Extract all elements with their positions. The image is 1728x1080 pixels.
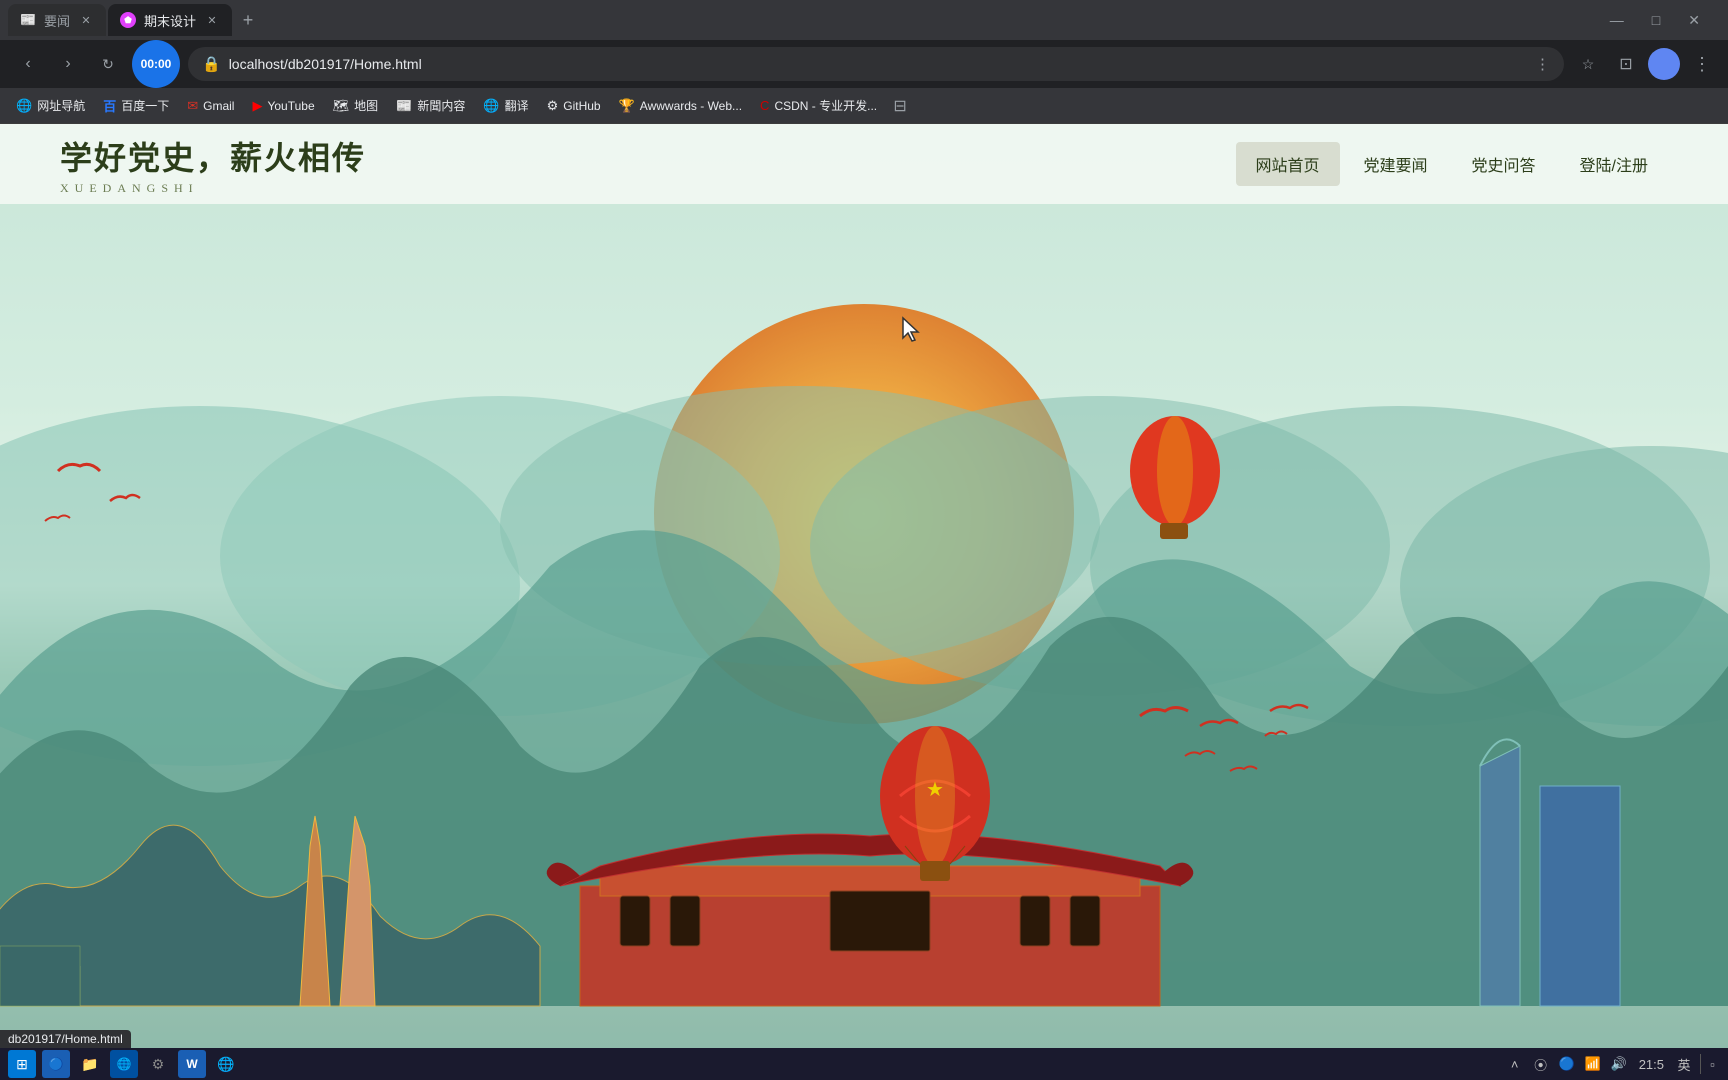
refresh-button[interactable]: ↻: [92, 48, 124, 80]
nav-party-news[interactable]: 党建要闻: [1344, 142, 1448, 186]
bookmark-nav[interactable]: 🌐 网址导航: [8, 93, 93, 119]
hero-background: ★: [0, 124, 1728, 1048]
site-logo: 学好党史，薪火相传 XUEDANGSHI: [60, 133, 366, 196]
tab-1-close[interactable]: ✕: [78, 12, 94, 28]
search-button[interactable]: 🔵: [42, 1050, 70, 1078]
site-header: 学好党史，薪火相传 XUEDANGSHI 网站首页 党建要闻 党史问答 登陆/注…: [0, 124, 1728, 204]
site-title: 学好党史，薪火相传: [60, 133, 366, 179]
forward-button[interactable]: ›: [52, 48, 84, 80]
language-indicator[interactable]: 英: [1674, 1054, 1694, 1074]
taskbar-system-tray: ˄ ⦿ 🔵 📶 🔊 21:5 英 ▫: [1505, 1054, 1720, 1074]
tab-1-label: 要闻: [44, 11, 70, 30]
tray-icon-4[interactable]: 🔊: [1609, 1054, 1629, 1074]
browser-chrome: 📰 要闻 ✕ ⬟ 期末设计 ✕ + — □ ✕ ‹ › ↻ 00:00 🔒: [0, 0, 1728, 124]
tray-icon-3[interactable]: 📶: [1583, 1054, 1603, 1074]
edge-button[interactable]: 🌐: [110, 1050, 138, 1078]
secure-icon: 🔒: [202, 55, 221, 73]
bookmark-maps[interactable]: 🗺 地图: [325, 93, 387, 119]
bookmark-csdn[interactable]: C CSDN - 专业开发...: [752, 93, 885, 119]
tab-1-favicon: 📰: [20, 12, 36, 28]
bookmark-awwwards[interactable]: 🏆 Awwwards - Web...: [611, 93, 750, 119]
tray-icon-2[interactable]: 🔵: [1557, 1054, 1577, 1074]
status-url: db201917/Home.html: [0, 1030, 131, 1048]
tab-2[interactable]: ⬟ 期末设计 ✕: [108, 4, 232, 36]
clock[interactable]: 21:5: [1635, 1054, 1668, 1074]
bookmark-github[interactable]: ⚙ GitHub: [539, 93, 609, 119]
bookmarks-apps-button[interactable]: ⊟: [887, 93, 913, 119]
tray-chevron[interactable]: ˄: [1505, 1054, 1525, 1074]
address-icons: ⋮: [1535, 55, 1550, 73]
word-button[interactable]: W: [178, 1050, 206, 1078]
address-bar-row: ‹ › ↻ 00:00 🔒 localhost/db201917/Home.ht…: [0, 40, 1728, 88]
chrome-button[interactable]: 🌐: [212, 1050, 240, 1078]
search-icon[interactable]: ⋮: [1535, 55, 1550, 73]
site-subtitle: XUEDANGSHI: [60, 181, 366, 196]
tab-2-close[interactable]: ✕: [204, 12, 220, 28]
site-nav: 网站首页 党建要闻 党史问答 登陆/注册: [1236, 142, 1669, 186]
web-content: ★: [0, 124, 1728, 1048]
close-button[interactable]: ✕: [1676, 12, 1712, 29]
address-text: localhost/db201917/Home.html: [229, 56, 1527, 72]
bookmark-translate[interactable]: 🌐 翻译: [475, 93, 536, 119]
show-desktop-button[interactable]: ▫: [1700, 1054, 1720, 1074]
bookmark-baidu[interactable]: 百 百度一下: [95, 93, 177, 119]
settings-button[interactable]: ⚙: [144, 1050, 172, 1078]
nav-history-qa[interactable]: 党史问答: [1452, 142, 1556, 186]
bookmark-news[interactable]: 📰 新聞内容: [388, 93, 473, 119]
taskbar: ⊞ 🔵 📁 🌐 ⚙ W 🌐 ˄ ⦿ 🔵 📶 🔊 21:5 英: [0, 1048, 1728, 1080]
tab-2-label: 期末设计: [144, 11, 196, 30]
new-tab-button[interactable]: +: [234, 6, 262, 34]
extensions-button[interactable]: ⊡: [1612, 50, 1640, 78]
address-field[interactable]: 🔒 localhost/db201917/Home.html ⋮: [188, 47, 1564, 81]
bookmark-gmail[interactable]: ✉ Gmail: [179, 93, 242, 119]
tab-2-favicon: ⬟: [120, 12, 136, 28]
maximize-button[interactable]: □: [1640, 12, 1672, 28]
nav-login[interactable]: 登陆/注册: [1560, 142, 1668, 186]
timer-display: 00:00: [141, 57, 172, 71]
back-button[interactable]: ‹: [12, 48, 44, 80]
timer-button[interactable]: 00:00: [132, 40, 180, 88]
sun-illustration: [654, 304, 1074, 724]
profile-button[interactable]: [1648, 48, 1680, 80]
start-button[interactable]: ⊞: [8, 1050, 36, 1078]
bookmarks-bar: 🌐 网址导航 百 百度一下 ✉ Gmail ▶ YouTube 🗺 地图 📰 新…: [0, 88, 1728, 124]
file-explorer-button[interactable]: 📁: [76, 1050, 104, 1078]
minimize-button[interactable]: —: [1598, 12, 1636, 28]
bookmark-youtube[interactable]: ▶ YouTube: [244, 93, 322, 119]
tray-icon-1[interactable]: ⦿: [1531, 1054, 1551, 1074]
menu-button[interactable]: ⋮: [1688, 50, 1716, 78]
window-controls: — □ ✕: [1598, 12, 1720, 29]
tab-bar: 📰 要闻 ✕ ⬟ 期末设计 ✕ + — □ ✕: [0, 0, 1728, 40]
nav-home[interactable]: 网站首页: [1236, 142, 1340, 186]
tab-1[interactable]: 📰 要闻 ✕: [8, 4, 106, 36]
bookmark-icon[interactable]: ☆: [1572, 48, 1604, 80]
